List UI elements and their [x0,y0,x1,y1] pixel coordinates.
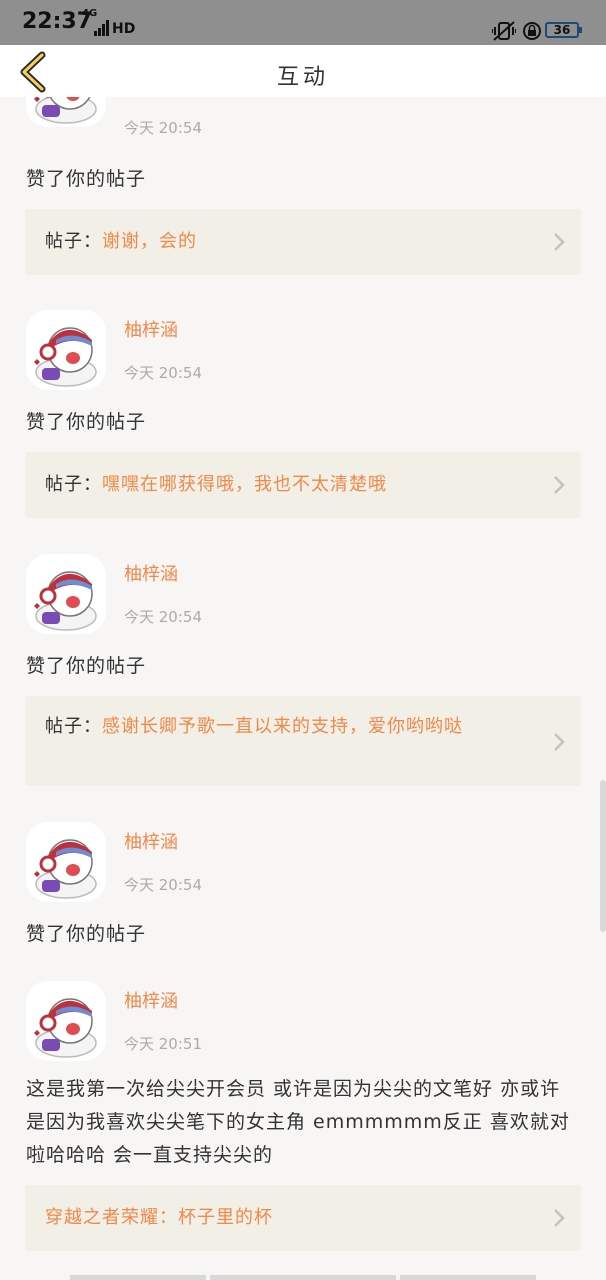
list-item: 柚梓涵 今天 20:54 赞了你的帖子 [0,822,606,962]
timestamp: 今天 20:51 [124,1035,202,1053]
post-card-content: 感谢长卿予歌一直以来的支持，爱你哟哟哒 [102,716,463,737]
nav-bar: 互动 [0,45,606,97]
avatar[interactable] [26,310,106,390]
list-item: 今天 20:54 赞了你的帖子 帖子：谢谢，会的 [0,97,606,277]
cartoon-avatar-icon [34,839,97,899]
post-card-content: 谢谢，会的 [102,231,197,252]
avatar[interactable] [26,822,106,902]
post-card-text: 穿越之者荣耀：杯子里的杯 [45,1203,531,1232]
rotation-lock-icon [523,22,541,40]
username[interactable]: 柚梓涵 [124,987,178,1013]
username[interactable]: 柚梓涵 [124,828,178,854]
chevron-right-icon [554,233,565,251]
next-item-edge [210,1275,396,1280]
post-card-text: 帖子：感谢长卿予歌一直以来的支持，爱你哟哟哒 [45,712,531,741]
username[interactable]: 柚梓涵 [124,316,178,342]
timestamp: 今天 20:54 [124,876,202,894]
interaction-feed[interactable]: 今天 20:54 赞了你的帖子 帖子：谢谢，会的 柚梓涵 今天 20:54 赞了… [0,97,606,1280]
network-type: 4G [82,8,98,19]
post-card-label: 穿越之者荣耀： [45,1207,178,1228]
vibrate-icon [492,21,516,41]
list-item: 柚梓涵 今天 20:51 这是我第一次给尖尖开会员 或许是因为尖尖的文笔好 亦或… [0,981,606,1261]
signal-icon [94,20,109,36]
post-card[interactable]: 穿越之者荣耀：杯子里的杯 [25,1185,581,1251]
action-text: 赞了你的帖子 [26,923,147,945]
status-bar: 22:37 4G HD 36 [0,0,606,45]
scrollbar[interactable] [600,780,606,932]
post-card-text: 帖子：嘿嘿在哪获得哦，我也不太清楚哦 [45,470,531,499]
action-text: 赞了你的帖子 [26,168,147,190]
hd-badge: HD [112,21,136,37]
timestamp: 今天 20:54 [124,608,202,626]
page-title: 互动 [276,65,329,90]
action-text: 赞了你的帖子 [26,655,147,677]
post-card[interactable]: 帖子：嘿嘿在哪获得哦，我也不太清楚哦 [25,452,581,518]
avatar[interactable] [26,981,106,1061]
post-card-text: 帖子：谢谢，会的 [45,227,531,256]
cartoon-avatar-icon [34,327,97,387]
post-card-content: 杯子里的杯 [178,1207,273,1228]
avatar[interactable] [26,97,106,127]
cartoon-avatar-icon [34,97,97,124]
chevron-right-icon [554,733,565,751]
next-item-edge [400,1275,536,1280]
list-item: 柚梓涵 今天 20:54 赞了你的帖子 帖子：嘿嘿在哪获得哦，我也不太清楚哦 [0,310,606,540]
post-card[interactable]: 帖子：谢谢，会的 [25,209,581,275]
timestamp: 今天 20:54 [124,119,202,137]
next-item-edge [70,1275,206,1280]
post-card[interactable]: 帖子：感谢长卿予歌一直以来的支持，爱你哟哟哒 [25,696,581,786]
cartoon-avatar-icon [34,571,97,631]
post-card-content: 嘿嘿在哪获得哦，我也不太清楚哦 [102,474,387,495]
chevron-right-icon [554,1209,565,1227]
username[interactable]: 柚梓涵 [124,560,178,586]
chevron-right-icon [554,476,565,494]
battery-icon: 36 [545,22,582,38]
avatar[interactable] [26,554,106,634]
timestamp: 今天 20:54 [124,364,202,382]
post-card-label: 帖子： [45,474,102,495]
cartoon-avatar-icon [34,998,97,1058]
post-card-label: 帖子： [45,716,102,737]
post-card-label: 帖子： [45,231,102,252]
action-text: 赞了你的帖子 [26,411,147,433]
comment-text: 这是我第一次给尖尖开会员 或许是因为尖尖的文笔好 亦或许是因为我喜欢尖尖笔下的女… [26,1078,570,1166]
list-item: 柚梓涵 今天 20:54 赞了你的帖子 帖子：感谢长卿予歌一直以来的支持，爱你哟… [0,554,606,794]
